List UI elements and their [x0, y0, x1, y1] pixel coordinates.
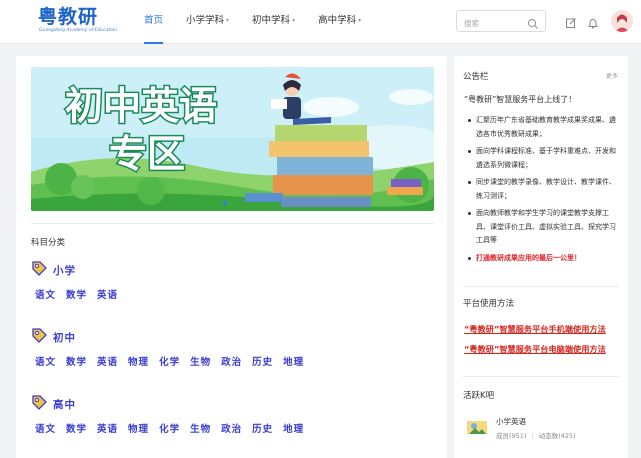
- bar-logo-icon: [466, 416, 488, 438]
- notice-item: 面向学科课程标准、基于学科重难点、开发和遴选系列微课程；: [468, 145, 620, 172]
- bell-icon[interactable]: [587, 14, 599, 33]
- subject-link[interactable]: 政治: [221, 354, 242, 368]
- bar-name: 小学英语: [496, 417, 526, 426]
- notice-item: 汇聚历年广东省基础教育教学成果奖成果、遴选各市优秀教研成果；: [468, 114, 620, 141]
- tag-icon: [31, 327, 47, 347]
- subject-links: 语文 数学 英语 物理 化学 生物 政治 历史 地理: [35, 421, 431, 435]
- bar-stats: 成员(951) | 动态数(425): [496, 430, 576, 440]
- chevron-down-icon: ▾: [358, 17, 362, 24]
- banner-divider: [31, 223, 434, 224]
- guide-heading: 平台使用方法: [463, 299, 515, 309]
- notice-list: 汇聚历年广东省基础教育教学成果奖成果、遴选各市优秀教研成果； 面向学科课程标准、…: [468, 114, 620, 269]
- subject-link[interactable]: 数学: [66, 287, 87, 301]
- subject-link[interactable]: 英语: [97, 287, 118, 301]
- notice-item: 面向教师教学和学生学习的课堂教学支撑工具、课堂评价工具、虚拟实验工具、探究学习工…: [468, 207, 620, 248]
- notice-item: 同步课堂的教学录像、教学设计、教学课件、练习测评；: [468, 176, 620, 203]
- junior-english-banner[interactable]: 初中英语 专区: [31, 67, 434, 211]
- active-bars-heading: 活跃K吧: [463, 391, 495, 401]
- notice-item-highlight: 打通教研成果应用的最后一公里！: [468, 252, 620, 266]
- subject-link[interactable]: 历史: [252, 354, 273, 368]
- main-panel: 初中英语 专区 科目分类 小学 语文 数学 英语 初中 语文 数学 英语 物理 …: [16, 56, 447, 458]
- logo-text: 粤教研: [38, 6, 99, 28]
- sidebar-panel: 公告栏 更多 “粤教研”智慧服务平台上线了！ 汇聚历年广东省基础教育教学成果奖成…: [454, 56, 628, 458]
- sidebar-divider: [463, 376, 619, 377]
- subject-link[interactable]: 地理: [283, 354, 304, 368]
- main-nav: 首页 小学学科 ▾ 初中学科 ▾ 高中学科 ▾: [138, 0, 378, 44]
- subject-link[interactable]: 语文: [35, 287, 56, 301]
- stats-separator: |: [531, 432, 534, 440]
- nav-senior-subjects[interactable]: 高中学科 ▾: [312, 0, 367, 44]
- subject-link[interactable]: 历史: [252, 421, 273, 435]
- banner-line2: 专区: [109, 131, 185, 176]
- notice-heading: 公告栏: [463, 72, 489, 82]
- search-input[interactable]: [464, 13, 528, 34]
- desktop-guide-link[interactable]: “粤教研”智慧服务平台电脑端使用方法: [464, 343, 606, 355]
- subject-link[interactable]: 政治: [221, 421, 242, 435]
- active-bar-item[interactable]: 小学英语 成员(951) | 动态数(425): [466, 414, 616, 444]
- subject-links: 语文 数学 英语 物理 化学 生物 政治 历史 地理: [35, 354, 431, 368]
- nav-home[interactable]: 首页: [138, 0, 169, 44]
- subject-name: 小学: [53, 264, 76, 277]
- nav-primary-subjects[interactable]: 小学学科 ▾: [180, 0, 235, 44]
- subject-link[interactable]: 生物: [190, 421, 211, 435]
- top-navbar: 粤教研 Guangdong Academy of Education 首页 小学…: [0, 0, 641, 44]
- subject-name: 高中: [53, 398, 76, 411]
- nav-junior-label: 初中学科: [252, 15, 291, 26]
- subject-link[interactable]: 物理: [128, 421, 149, 435]
- banner-line1: 初中英语: [65, 83, 217, 128]
- nav-primary-label: 小学学科: [186, 15, 225, 26]
- more-link[interactable]: 更多: [606, 71, 618, 80]
- subject-head[interactable]: 小学: [31, 260, 431, 280]
- subject-link[interactable]: 化学: [159, 421, 180, 435]
- search-box: [456, 10, 546, 34]
- bar-members: 成员(951): [496, 432, 527, 440]
- site-logo[interactable]: 粤教研 Guangdong Academy of Education: [38, 6, 117, 34]
- section-title: 科目分类: [31, 238, 66, 248]
- tag-icon: [31, 394, 47, 414]
- nav-senior-label: 高中学科: [318, 15, 357, 26]
- subject-link[interactable]: 语文: [35, 354, 56, 368]
- mobile-guide-link[interactable]: “粤教研”智慧服务平台手机端使用方法: [464, 323, 606, 335]
- logo-subtitle: Guangdong Academy of Education: [39, 28, 118, 33]
- subject-link[interactable]: 化学: [159, 354, 180, 368]
- subject-link[interactable]: 英语: [97, 421, 118, 435]
- subject-link[interactable]: 数学: [66, 421, 87, 435]
- subject-link[interactable]: 英语: [97, 354, 118, 368]
- user-avatar[interactable]: [611, 10, 633, 32]
- subject-name: 初中: [53, 331, 76, 344]
- subject-senior: 高中 语文 数学 英语 物理 化学 生物 政治 历史 地理: [31, 394, 431, 435]
- nav-junior-subjects[interactable]: 初中学科 ▾: [246, 0, 301, 44]
- subject-head[interactable]: 初中: [31, 327, 431, 347]
- chevron-down-icon: ▾: [292, 17, 296, 24]
- subject-junior: 初中 语文 数学 英语 物理 化学 生物 政治 历史 地理: [31, 327, 431, 368]
- nav-home-label: 首页: [144, 15, 164, 26]
- subject-head[interactable]: 高中: [31, 394, 431, 414]
- subject-link[interactable]: 数学: [66, 354, 87, 368]
- edit-icon[interactable]: [565, 14, 577, 33]
- subject-link[interactable]: 语文: [35, 421, 56, 435]
- chevron-down-icon: ▾: [226, 17, 230, 24]
- subject-primary: 小学 语文 数学 英语: [31, 260, 431, 301]
- sidebar-divider: [463, 286, 619, 287]
- tag-icon: [31, 260, 47, 280]
- search-icon[interactable]: [527, 15, 539, 34]
- bar-posts: 动态数(425): [538, 432, 576, 440]
- subject-link[interactable]: 生物: [190, 354, 211, 368]
- subject-link[interactable]: 地理: [283, 421, 304, 435]
- notice-headline: “粤教研”智慧服务平台上线了！: [464, 95, 577, 104]
- subject-links: 语文 数学 英语: [35, 287, 431, 301]
- subject-link[interactable]: 物理: [128, 354, 149, 368]
